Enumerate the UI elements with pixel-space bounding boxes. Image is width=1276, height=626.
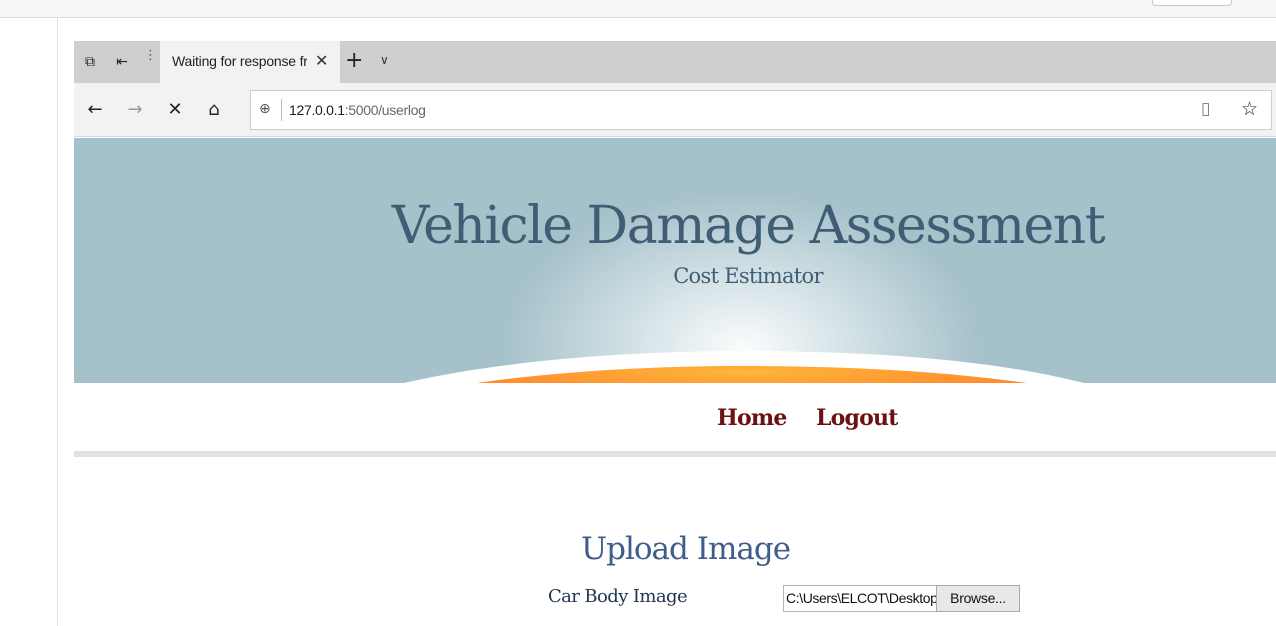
site-title: Vehicle Damage Assessment bbox=[391, 196, 1106, 256]
address-path: :5000/userlog bbox=[344, 102, 426, 118]
address-url[interactable]: 127.0.0.1:5000/userlog bbox=[289, 102, 426, 118]
upload-heading: Upload Image bbox=[581, 531, 791, 567]
address-separator bbox=[281, 99, 282, 121]
back-icon[interactable]: ← bbox=[84, 99, 106, 121]
header-bottom-border bbox=[74, 451, 1276, 457]
new-tab-icon[interactable]: + bbox=[345, 49, 363, 73]
set-tabs-aside-icon[interactable]: ⇤ bbox=[112, 52, 132, 72]
browse-button[interactable]: Browse... bbox=[936, 585, 1020, 612]
stop-icon[interactable]: ✕ bbox=[164, 99, 186, 121]
tabs-aside-icon[interactable]: ⧉ bbox=[80, 52, 100, 72]
address-bar[interactable]: ⊕ 127.0.0.1:5000/userlog ▯ ☆ bbox=[250, 90, 1272, 130]
reading-view-icon[interactable]: ▯ bbox=[1201, 99, 1210, 119]
browser-window: ⧉ ⇤ ⋮ Waiting for response fro ✕ + ∨ ← →… bbox=[74, 41, 1276, 626]
navigation-bar: ← → ✕ ⌂ ⊕ 127.0.0.1:5000/userlog ▯ ☆ bbox=[74, 83, 1276, 137]
host-left-divider bbox=[57, 18, 58, 626]
tab-drag-handle-icon: ⋮ bbox=[144, 48, 157, 63]
favorite-star-icon[interactable]: ☆ bbox=[1241, 98, 1258, 120]
tab-list-chevron-icon[interactable]: ∨ bbox=[380, 53, 389, 67]
globe-icon: ⊕ bbox=[259, 101, 271, 117]
banner-swoosh-graphic bbox=[74, 351, 1276, 383]
host-top-bar bbox=[0, 0, 1276, 18]
host-top-button[interactable] bbox=[1152, 0, 1232, 6]
forward-icon[interactable]: → bbox=[124, 99, 146, 121]
tab-active[interactable]: Waiting for response fro ✕ bbox=[160, 41, 340, 83]
home-icon[interactable]: ⌂ bbox=[203, 99, 225, 121]
menu-home-link[interactable]: Home bbox=[717, 405, 787, 431]
address-host: 127.0.0.1 bbox=[289, 102, 345, 118]
tab-close-icon[interactable]: ✕ bbox=[315, 51, 328, 70]
tab-strip: ⧉ ⇤ ⋮ Waiting for response fro ✕ + ∨ bbox=[74, 41, 1276, 83]
tab-title: Waiting for response fro bbox=[172, 53, 307, 69]
car-body-image-label: Car Body Image bbox=[548, 586, 688, 607]
site-subtitle: Cost Estimator bbox=[673, 264, 823, 288]
site-header-banner: Vehicle Damage Assessment Cost Estimator bbox=[74, 138, 1276, 383]
menu-logout-link[interactable]: Logout bbox=[816, 405, 898, 431]
file-path-field[interactable]: C:\Users\ELCOT\Desktop bbox=[783, 585, 937, 612]
